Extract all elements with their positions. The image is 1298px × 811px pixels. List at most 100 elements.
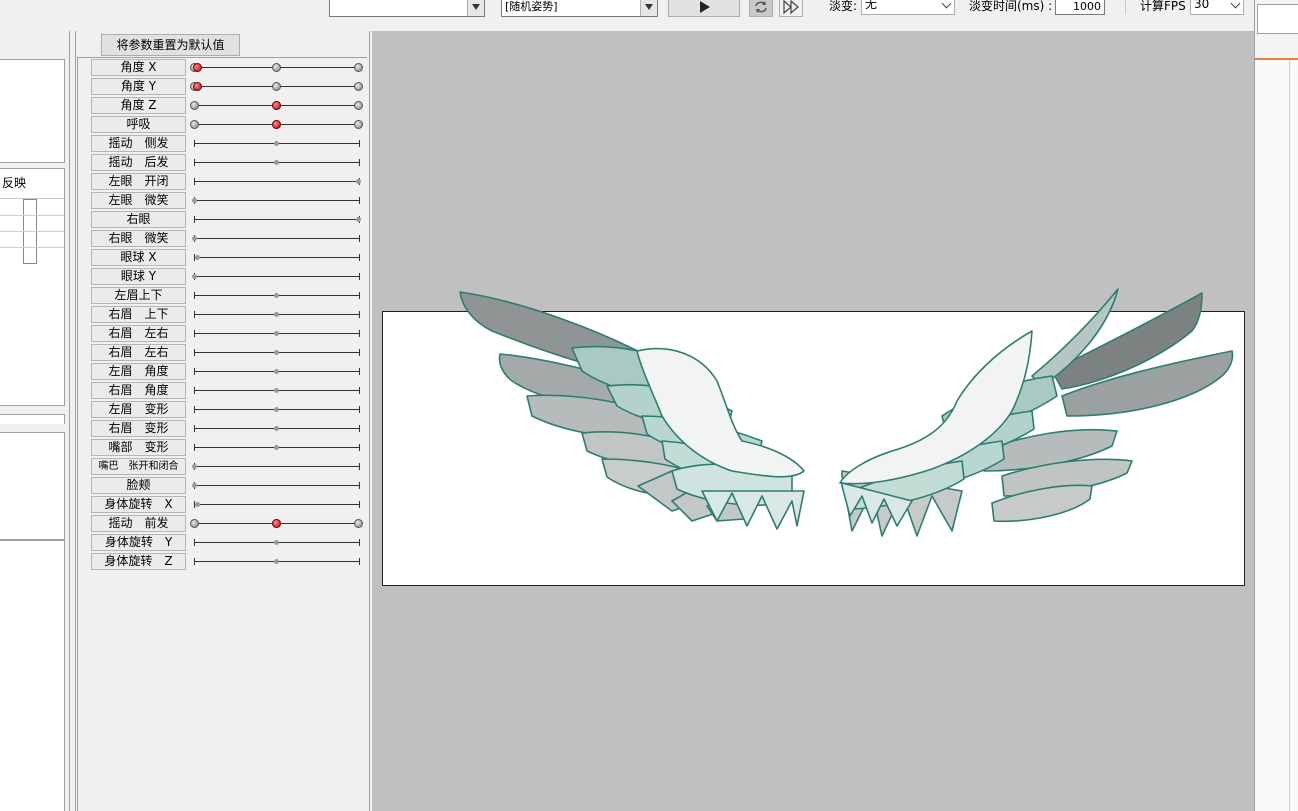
- slider-value-dot[interactable]: [356, 179, 361, 184]
- param-label-button[interactable]: 右眼: [91, 211, 186, 228]
- slider-value-dot[interactable]: [274, 445, 279, 450]
- slider-keyframe-knob[interactable]: [190, 519, 199, 528]
- param-slider[interactable]: [194, 325, 360, 342]
- timeline-grid[interactable]: [1255, 60, 1298, 811]
- param-slider[interactable]: [194, 382, 360, 399]
- slider-value-knob[interactable]: [193, 82, 202, 91]
- param-label-button[interactable]: 嘴巴 张开和闭合: [91, 458, 186, 475]
- param-slider[interactable]: [194, 344, 360, 361]
- slider-value-dot[interactable]: [274, 426, 279, 431]
- reflect-checkbox[interactable]: [23, 199, 37, 216]
- param-label-button[interactable]: 左眼 开闭: [91, 173, 186, 190]
- slider-value-dot[interactable]: [192, 274, 197, 279]
- left-splitter[interactable]: [0, 414, 65, 424]
- param-slider[interactable]: [192, 477, 360, 494]
- slider-keyframe-knob[interactable]: [354, 82, 363, 91]
- param-label-button[interactable]: 左眉上下: [91, 287, 186, 304]
- param-slider[interactable]: [190, 97, 363, 114]
- slider-value-dot[interactable]: [192, 483, 197, 488]
- fps-select[interactable]: 30: [1190, 0, 1244, 15]
- param-slider[interactable]: [194, 287, 360, 304]
- slider-value-dot[interactable]: [274, 369, 279, 374]
- param-slider[interactable]: [192, 458, 360, 475]
- param-slider[interactable]: [194, 135, 360, 152]
- slider-value-dot[interactable]: [274, 388, 279, 393]
- slider-value-dot[interactable]: [192, 198, 197, 203]
- slider-value-dot[interactable]: [195, 255, 201, 260]
- preview-canvas[interactable]: [372, 31, 1254, 811]
- param-slider[interactable]: [194, 534, 360, 551]
- param-label-button[interactable]: 右眉 角度: [91, 382, 186, 399]
- param-label-button[interactable]: 脸颊: [91, 477, 186, 494]
- slider-value-dot[interactable]: [274, 141, 279, 146]
- param-slider[interactable]: [192, 192, 360, 209]
- param-label-button[interactable]: 摇动 侧发: [91, 135, 186, 152]
- chevron-down-icon[interactable]: [467, 0, 484, 16]
- slider-keyframe-knob[interactable]: [272, 63, 281, 72]
- param-label-button[interactable]: 右眉 变形: [91, 420, 186, 437]
- slider-value-knob[interactable]: [272, 120, 281, 129]
- param-slider[interactable]: [194, 363, 360, 380]
- slider-value-knob[interactable]: [272, 519, 281, 528]
- param-slider[interactable]: [194, 496, 360, 513]
- param-slider[interactable]: [190, 515, 363, 532]
- param-slider[interactable]: [194, 211, 361, 228]
- fade-time-input[interactable]: 1000: [1055, 0, 1105, 15]
- param-slider[interactable]: [194, 439, 360, 456]
- param-label-button[interactable]: 身体旋转 Y: [91, 534, 186, 551]
- param-slider[interactable]: [194, 401, 360, 418]
- slider-value-dot[interactable]: [274, 350, 279, 355]
- param-slider[interactable]: [194, 553, 360, 570]
- param-label-button[interactable]: 角度 X: [91, 59, 186, 76]
- param-label-button[interactable]: 身体旋转 Z: [91, 553, 186, 570]
- fade-select[interactable]: 无: [861, 0, 955, 15]
- param-slider[interactable]: [194, 420, 360, 437]
- reset-params-button[interactable]: 将参数重置为默认值: [101, 34, 240, 56]
- param-slider[interactable]: [194, 306, 360, 323]
- slider-value-dot[interactable]: [274, 540, 279, 545]
- slider-value-dot[interactable]: [274, 331, 279, 336]
- slider-value-dot[interactable]: [356, 217, 361, 222]
- skip-forward-button[interactable]: [779, 0, 803, 17]
- slider-value-dot[interactable]: [192, 464, 197, 469]
- param-slider[interactable]: [190, 116, 363, 133]
- param-label-button[interactable]: 右眉 左右: [91, 325, 186, 342]
- slider-keyframe-knob[interactable]: [354, 120, 363, 129]
- reflect-checkbox[interactable]: [23, 231, 37, 248]
- param-label-button[interactable]: 呼吸: [91, 116, 186, 133]
- pose-combo[interactable]: [随机姿势]: [501, 0, 658, 17]
- param-label-button[interactable]: 左眉 角度: [91, 363, 186, 380]
- param-slider[interactable]: [190, 59, 363, 76]
- slider-value-knob[interactable]: [193, 63, 202, 72]
- param-label-button[interactable]: 右眉 左右: [91, 344, 186, 361]
- loop-button[interactable]: [749, 0, 773, 17]
- slider-keyframe-knob[interactable]: [354, 63, 363, 72]
- param-label-button[interactable]: 身体旋转 X: [91, 496, 186, 513]
- param-label-button[interactable]: 嘴部 变形: [91, 439, 186, 456]
- slider-keyframe-knob[interactable]: [190, 101, 199, 110]
- slider-keyframe-knob[interactable]: [354, 101, 363, 110]
- slider-value-dot[interactable]: [274, 312, 279, 317]
- motion-combo[interactable]: [329, 0, 485, 17]
- param-label-button[interactable]: 眼球 X: [91, 249, 186, 266]
- reflect-checkbox[interactable]: [23, 215, 37, 232]
- param-slider[interactable]: [194, 173, 361, 190]
- param-label-button[interactable]: 左眼 微笑: [91, 192, 186, 209]
- slider-value-dot[interactable]: [274, 407, 279, 412]
- slider-value-dot[interactable]: [274, 559, 279, 564]
- slider-value-dot[interactable]: [195, 502, 201, 507]
- slider-value-dot[interactable]: [274, 293, 279, 298]
- slider-keyframe-knob[interactable]: [272, 82, 281, 91]
- reflect-checkbox[interactable]: [23, 247, 37, 264]
- play-button[interactable]: [668, 0, 740, 17]
- slider-value-knob[interactable]: [272, 101, 281, 110]
- param-label-button[interactable]: 摇动 后发: [91, 154, 186, 171]
- param-slider[interactable]: [192, 230, 360, 247]
- slider-keyframe-knob[interactable]: [190, 120, 199, 129]
- param-label-button[interactable]: 眼球 Y: [91, 268, 186, 285]
- param-label-button[interactable]: 角度 Y: [91, 78, 186, 95]
- param-label-button[interactable]: 角度 Z: [91, 97, 186, 114]
- chevron-down-icon[interactable]: [640, 0, 657, 16]
- param-slider[interactable]: [194, 249, 360, 266]
- slider-value-dot[interactable]: [192, 236, 197, 241]
